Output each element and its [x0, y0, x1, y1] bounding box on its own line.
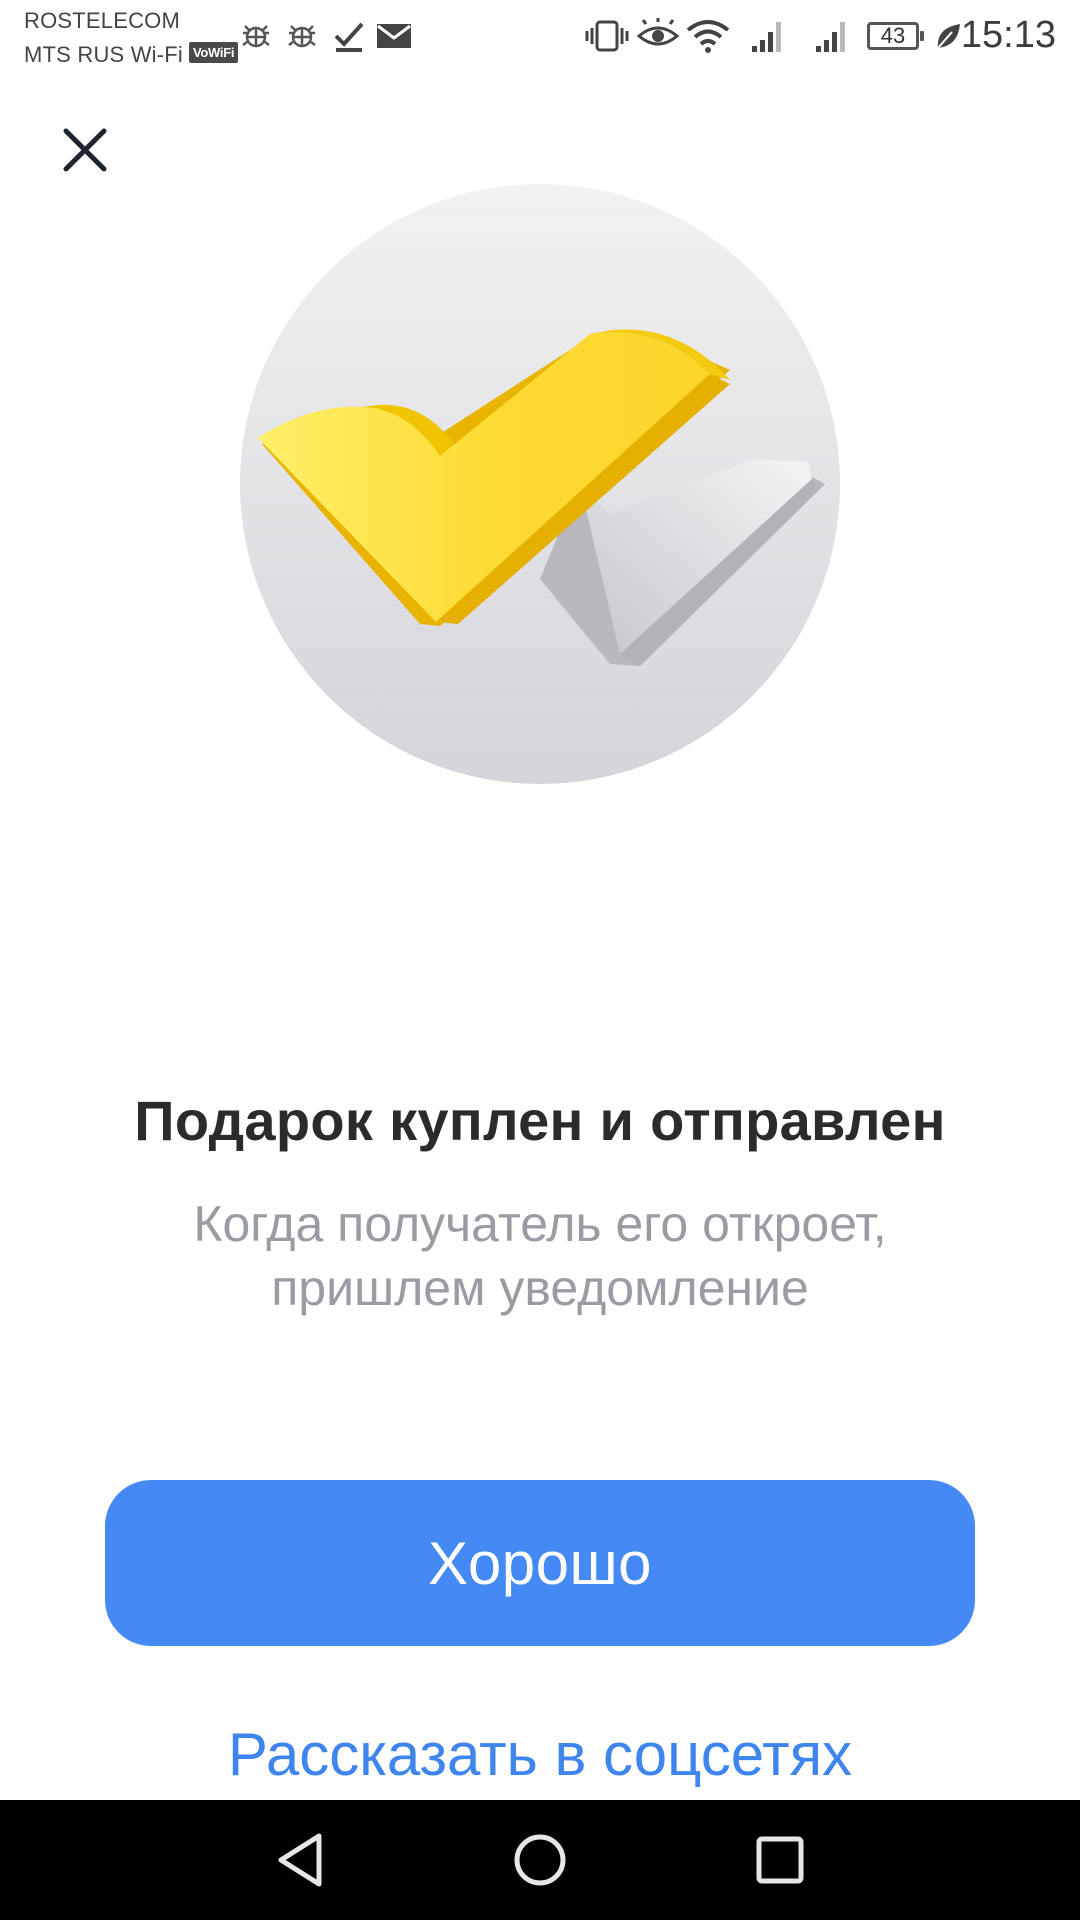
battery-icon: 43	[867, 22, 924, 50]
android-debug-icon	[288, 25, 316, 48]
home-icon	[514, 1834, 566, 1886]
home-button[interactable]	[500, 1820, 580, 1900]
recents-button[interactable]	[740, 1820, 820, 1900]
leaf-icon	[937, 24, 960, 49]
carrier-secondary: MTS RUS Wi-Fi	[24, 42, 184, 67]
gift-sent-screen: ROSTELECOM MTS RUS Wi-Fi VoWiFi 43 15:13…	[0, 0, 1080, 1920]
subtitle-line-1: Когда получатель его откроет,	[193, 1196, 887, 1252]
back-button[interactable]	[260, 1820, 340, 1900]
recents-icon	[756, 1836, 804, 1884]
back-icon	[278, 1833, 322, 1887]
android-debug-icon	[242, 25, 270, 48]
double-checkmark-illustration	[240, 184, 840, 784]
share-social-link[interactable]: Рассказать в соцсетях	[0, 1720, 1080, 1789]
subtitle-line-2: пришлем уведомление	[271, 1260, 809, 1316]
close-button[interactable]	[50, 115, 120, 185]
clock: 15:13	[960, 14, 1056, 56]
ok-button[interactable]: Хорошо	[105, 1480, 975, 1646]
check-download-icon	[334, 22, 364, 52]
subtitle: Когда получатель его откроет, пришлем ув…	[120, 1192, 960, 1320]
vowifi-badge: VoWiFi	[189, 42, 239, 63]
eye-comfort-icon	[636, 18, 680, 46]
wifi-icon	[686, 20, 730, 53]
signal-icon	[752, 22, 781, 52]
status-bar: ROSTELECOM MTS RUS Wi-Fi VoWiFi 43 15:13	[0, 0, 1080, 80]
navigation-bar	[0, 1800, 1080, 1920]
page-title: Подарок куплен и отправлен	[134, 1089, 946, 1152]
close-icon	[63, 128, 107, 172]
mail-icon	[377, 24, 411, 48]
signal-icon	[816, 22, 845, 52]
carrier-primary: ROSTELECOM	[24, 8, 181, 33]
vibrate-icon	[585, 20, 629, 52]
